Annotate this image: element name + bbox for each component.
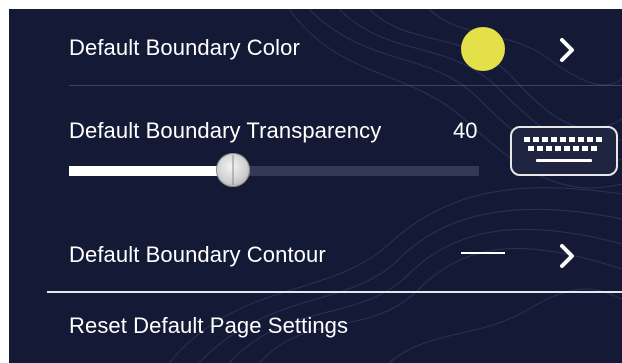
settings-panel: Default Boundary Color Default Boundary … [9,9,622,363]
chevron-right-icon[interactable] [556,36,578,64]
knob-grip [232,155,234,185]
section-divider [47,291,622,293]
transparency-value: 40 [453,118,478,143]
topographic-background [168,9,622,363]
boundary-transparency-label: Default Boundary Transparency [69,118,382,143]
keyboard-icon [524,137,602,162]
chevron-right-icon[interactable] [556,242,578,270]
transparency-slider-track[interactable] [69,166,479,176]
contour-line-preview [461,252,505,254]
keyboard-button[interactable] [510,126,618,176]
reset-default-page-settings-button[interactable]: Reset Default Page Settings [69,313,348,339]
boundary-color-swatch[interactable] [461,27,505,71]
transparency-slider-fill [69,166,233,176]
boundary-color-label[interactable]: Default Boundary Color [69,35,300,61]
boundary-contour-label[interactable]: Default Boundary Contour [69,242,326,268]
transparency-slider-knob[interactable] [216,153,250,187]
row-divider [69,85,622,86]
